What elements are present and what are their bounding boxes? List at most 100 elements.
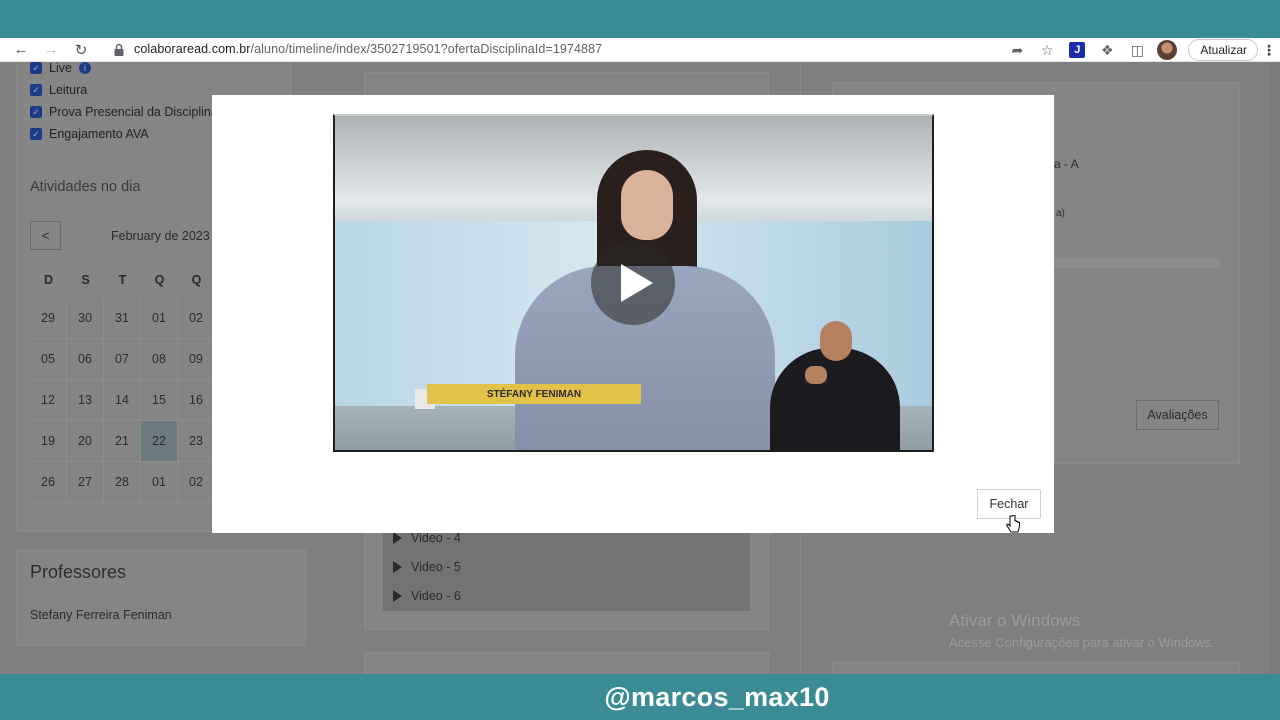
checkbox-checked-icon[interactable]: ✓ <box>30 62 42 74</box>
video-item[interactable]: Video - 6 <box>393 589 461 603</box>
creator-handle: @marcos_max10 <box>604 681 830 712</box>
weekday: Q <box>191 273 202 287</box>
play-icon <box>393 561 402 573</box>
checkbox-checked-icon[interactable]: ✓ <box>30 106 42 118</box>
info-icon[interactable]: i <box>78 62 91 74</box>
share-icon[interactable]: ➦ <box>1002 38 1032 62</box>
toolbar-right: ➦ ☆ J ❖ ◫ Atualizar ⋮ <box>1002 38 1280 62</box>
weekday: Q <box>154 273 165 287</box>
interpreter-head <box>820 321 852 361</box>
profile-avatar[interactable] <box>1152 38 1182 62</box>
update-button[interactable]: Atualizar <box>1188 39 1258 61</box>
calendar-day[interactable]: 19 <box>30 421 67 462</box>
calendar-day[interactable]: 12 <box>30 380 67 421</box>
interpreter-body <box>770 348 900 450</box>
play-icon <box>393 590 402 602</box>
calendar-day[interactable]: 05 <box>30 339 67 380</box>
chevron-left-icon: < <box>41 228 50 243</box>
calendar-week: 29 30 31 01 02 <box>30 298 215 339</box>
browser-toolbar: ← → ↻ colaboraread.com.br/aluno/timeline… <box>0 38 1280 62</box>
filter-engajamento[interactable]: ✓ Engajamento AVA <box>30 127 149 141</box>
calendar-week: 05 06 07 08 09 <box>30 339 215 380</box>
url-path: /aluno/timeline/index/3502719501?ofertaD… <box>250 42 603 56</box>
professors-title: Professores <box>30 562 127 582</box>
filter-prova-presencial[interactable]: ✓ Prova Presencial da Disciplina <box>30 105 218 119</box>
calendar-day[interactable]: 28 <box>104 462 141 503</box>
hand-cursor-icon <box>1006 515 1020 533</box>
weekday: S <box>81 273 90 287</box>
calendar-day[interactable]: 20 <box>67 421 104 462</box>
menu-kebab-icon[interactable]: ⋮ <box>1258 42 1280 59</box>
calendar-week: 19 20 21 22 23 <box>30 421 215 462</box>
video-label: Video - 5 <box>411 560 461 574</box>
calendar-day[interactable]: 01 <box>141 462 178 503</box>
calendar-day[interactable]: 07 <box>104 339 141 380</box>
play-icon <box>621 264 653 302</box>
filter-live[interactable]: ✓ Live i <box>30 62 91 75</box>
calendar-prev-button[interactable]: < <box>30 221 61 250</box>
presenter-face <box>621 170 673 240</box>
calendar-day[interactable]: 29 <box>30 298 67 339</box>
reload-icon[interactable]: ↻ <box>70 39 92 61</box>
forward-icon[interactable]: → <box>40 39 62 61</box>
filter-label: Leitura <box>49 83 88 97</box>
calendar-day[interactable]: 21 <box>104 421 141 462</box>
calendar-day[interactable]: 01 <box>141 298 178 339</box>
play-button[interactable] <box>591 241 675 325</box>
filter-leitura[interactable]: ✓ Leitura <box>30 83 87 97</box>
video-modal: STÉFANY FENIMAN Fechar <box>212 95 1054 533</box>
weekday: T <box>118 273 127 287</box>
calendar-day[interactable]: 26 <box>30 462 67 503</box>
puzzle-icon[interactable]: ❖ <box>1092 38 1122 62</box>
calendar-day[interactable]: 14 <box>104 380 141 421</box>
calendar-day[interactable]: 15 <box>141 380 178 421</box>
top-band <box>0 0 1280 38</box>
url-host: colaboraread.com.br <box>134 42 251 56</box>
lower-third-caption: STÉFANY FENIMAN <box>427 384 641 404</box>
bottom-band: @marcos_max10 <box>0 674 1280 720</box>
filter-label: Engajamento AVA <box>49 127 149 141</box>
calendar-day[interactable]: 16 <box>178 380 215 421</box>
address-bar[interactable]: colaboraread.com.br/aluno/timeline/index… <box>134 42 602 56</box>
calendar-weekdays: D S T Q Q <box>30 262 215 298</box>
activities-title: Atividades no dia <box>30 179 141 195</box>
video-player[interactable]: STÉFANY FENIMAN <box>333 114 934 452</box>
calendar-day[interactable]: 13 <box>67 380 104 421</box>
checkbox-checked-icon[interactable]: ✓ <box>30 128 42 140</box>
calendar-day[interactable]: 02 <box>178 462 215 503</box>
right-panel-2 <box>832 662 1240 674</box>
calendar-day[interactable]: 30 <box>67 298 104 339</box>
lock-icon[interactable] <box>113 43 125 57</box>
calendar-day[interactable]: 09 <box>178 339 215 380</box>
video-item[interactable]: Video - 5 <box>393 560 461 574</box>
extension-j-label: J <box>1069 42 1086 58</box>
windows-watermark-title: Ativar o Windows <box>949 611 1081 630</box>
checkbox-checked-icon[interactable]: ✓ <box>30 84 42 96</box>
calendar-day[interactable]: 06 <box>67 339 104 380</box>
windows-watermark-subtitle: Acesse Configurações para ativar o Windo… <box>949 635 1215 650</box>
star-icon[interactable]: ☆ <box>1032 38 1062 62</box>
video-label: Video - 4 <box>411 531 461 545</box>
weekday: D <box>43 273 54 287</box>
calendar-day-today[interactable]: 22 <box>141 421 178 462</box>
back-icon[interactable]: ← <box>10 39 32 61</box>
extension-j-icon[interactable]: J <box>1062 38 1092 62</box>
professor-name: Stefany Ferreira Feniman <box>30 608 172 622</box>
calendar-day[interactable]: 23 <box>178 421 215 462</box>
scrollbar[interactable] <box>1270 62 1280 674</box>
calendar-day[interactable]: 08 <box>141 339 178 380</box>
calendar-grid: D S T Q Q 29 30 31 01 02 05 06 07 08 09 … <box>30 262 215 503</box>
avaliacoes-button[interactable]: Avaliações <box>1136 400 1219 430</box>
filter-label: Prova Presencial da Disciplina <box>49 105 218 119</box>
video-label: Video - 6 <box>411 589 461 603</box>
calendar-day[interactable]: 31 <box>104 298 141 339</box>
sidebar-icon[interactable]: ◫ <box>1122 38 1152 62</box>
calendar-month: February de 2023 <box>111 229 210 243</box>
calendar-day[interactable]: 27 <box>67 462 104 503</box>
play-icon <box>393 532 402 544</box>
avatar <box>1157 40 1178 60</box>
calendar-day[interactable]: 02 <box>178 298 215 339</box>
video-item[interactable]: Video - 4 <box>393 531 461 545</box>
timeline-panel-2 <box>364 652 769 674</box>
interpreter-hand <box>805 366 827 384</box>
